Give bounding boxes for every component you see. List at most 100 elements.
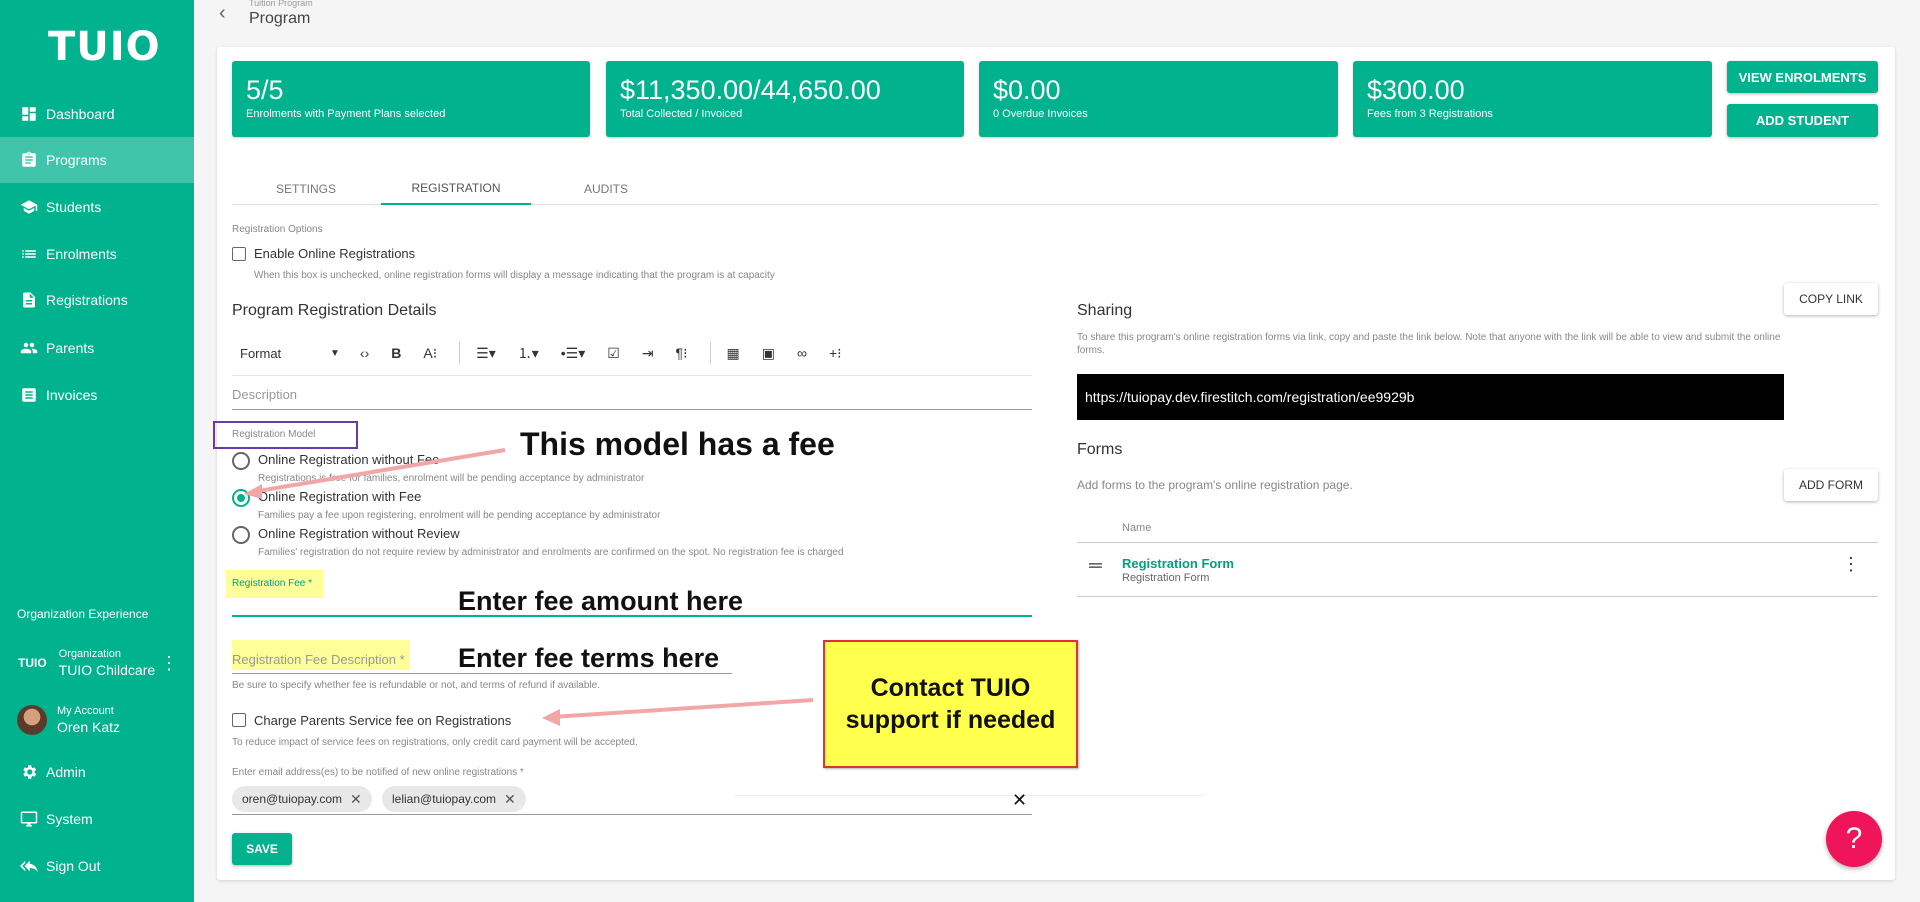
clipboard-icon: [22, 151, 36, 167]
chip-label: oren@tuiopay.com: [242, 792, 343, 806]
my-account[interactable]: My Account Oren Katz: [0, 700, 194, 740]
sidebar-item-enrolments[interactable]: Enrolments: [0, 231, 194, 277]
sidebar-item-label: System: [46, 811, 93, 827]
sidebar-item-label: Invoices: [46, 387, 98, 403]
registration-options-label: Registration Options: [232, 224, 323, 235]
align-icon[interactable]: ☰▾: [476, 345, 496, 362]
toolbar-divider: [709, 342, 711, 364]
add-student-button[interactable]: ADD STUDENT: [1727, 104, 1878, 137]
sidebar-item-parents[interactable]: Parents: [0, 325, 194, 371]
stat-label: Enrolments with Payment Plans selected: [246, 108, 446, 120]
annotation-model-note: This model has a fee: [520, 426, 835, 462]
stat-value: $300.00: [1367, 75, 1465, 105]
text-size-icon[interactable]: A⁝: [423, 345, 437, 362]
stat-label: Fees from 3 Registrations: [1367, 108, 1493, 120]
sidebar-item-admin[interactable]: Admin: [0, 749, 194, 795]
emails-input[interactable]: [530, 786, 1010, 812]
back-arrow-icon[interactable]: ‹: [219, 2, 226, 25]
stat-overdue: $0.00 0 Overdue Invoices: [979, 61, 1338, 137]
receipt-icon: [22, 388, 36, 402]
org-experience-heading: Organization Experience: [17, 607, 149, 621]
tab-settings[interactable]: SETTINGS: [231, 173, 381, 205]
checklist-icon[interactable]: ☑: [607, 345, 620, 362]
emails-underline: [232, 814, 1032, 815]
model-help: Registrations is free for families, enro…: [258, 473, 645, 484]
radio-without-review[interactable]: [232, 526, 250, 544]
format-dropdown[interactable]: Format: [240, 346, 330, 361]
sidebar-item-label: Admin: [46, 764, 86, 780]
sharing-help: To share this program's online registrat…: [1077, 332, 1781, 356]
stat-label: 0 Overdue Invoices: [993, 108, 1088, 120]
stat-value: $0.00: [993, 75, 1061, 105]
organization-switcher[interactable]: TUIO Organization TUIO Childcare ⋮: [0, 643, 194, 683]
registration-fee-description-input[interactable]: Registration Fee Description *: [232, 652, 405, 667]
chevron-down-icon[interactable]: ▼: [330, 348, 340, 359]
description-input[interactable]: Description: [232, 387, 297, 402]
tab-audits[interactable]: AUDITS: [531, 173, 681, 205]
table-row[interactable]: ═ Registration Form Registration Form ⋮: [1077, 543, 1878, 596]
tab-registration[interactable]: REGISTRATION: [381, 173, 531, 205]
sidebar-item-programs[interactable]: Programs: [0, 137, 194, 183]
model-label: Online Registration without Review: [258, 526, 460, 541]
sidebar-item-system[interactable]: System: [0, 796, 194, 842]
enable-online-label: Enable Online Registrations: [254, 246, 416, 261]
link-icon[interactable]: ∞: [797, 345, 807, 361]
indent-icon[interactable]: ⇥: [642, 345, 654, 362]
add-form-button[interactable]: ADD FORM: [1784, 469, 1878, 501]
sidebar-item-students[interactable]: Students: [0, 184, 194, 230]
sidebar-item-sign-out[interactable]: Sign Out: [0, 843, 194, 889]
radio-with-fee[interactable]: [232, 489, 250, 507]
model-label: Online Registration with Fee: [258, 489, 422, 504]
sharing-title: Sharing: [1077, 302, 1133, 319]
ordered-list-icon[interactable]: ⒈▾: [518, 343, 539, 363]
close-icon[interactable]: ✕: [350, 791, 362, 808]
toolbar-divider: [459, 342, 461, 364]
sidebar-item-invoices[interactable]: Invoices: [0, 372, 194, 418]
stat-enrolments: 5/5 Enrolments with Payment Plans select…: [232, 61, 590, 137]
code-icon[interactable]: ‹›: [360, 345, 369, 361]
registration-details-title: Program Registration Details: [232, 302, 437, 319]
stat-collected: $11,350.00/44,650.00 Total Collected / I…: [606, 61, 964, 137]
account-caption: My Account: [57, 705, 114, 717]
close-icon[interactable]: ✕: [504, 791, 516, 808]
more-vert-icon[interactable]: ⋮: [160, 653, 178, 674]
clear-icon[interactable]: ✕: [1012, 790, 1027, 811]
stat-value: 5/5: [246, 75, 284, 105]
form-subtitle: Registration Form: [1122, 572, 1210, 584]
more-vert-icon[interactable]: ⋮: [1842, 554, 1860, 575]
tuio-logo: TUIO: [48, 24, 161, 70]
radio-without-fee[interactable]: [232, 452, 250, 470]
sidebar-item-registrations[interactable]: Registrations: [0, 277, 194, 323]
enable-online-checkbox[interactable]: [232, 247, 246, 261]
dashboard-icon: [22, 107, 36, 121]
table-icon[interactable]: ▦: [727, 345, 740, 362]
sidebar-item-dashboard[interactable]: Dashboard: [0, 91, 194, 137]
avatar: [17, 705, 47, 735]
image-icon[interactable]: ▣: [762, 345, 775, 362]
description-underline: [232, 409, 1032, 410]
copy-link-button[interactable]: COPY LINK: [1784, 283, 1878, 315]
insert-more-icon[interactable]: +⁝: [829, 345, 842, 362]
save-button[interactable]: SAVE: [232, 833, 292, 865]
bullet-list-icon[interactable]: •☰▾: [561, 345, 585, 362]
service-fee-checkbox[interactable]: [232, 713, 246, 727]
sign-out-icon: [20, 860, 38, 872]
breadcrumb[interactable]: Tuition Program: [249, 0, 313, 8]
drag-handle-icon[interactable]: ═: [1089, 555, 1102, 576]
support-note-line: Contact TUIO: [870, 674, 1031, 702]
editor-toolbar: Format ▼ ‹› B A⁝ ☰▾ ⒈▾ •☰▾ ☑ ⇥ ¶⁝ ▦ ▣ ∞ …: [232, 338, 1032, 368]
share-url[interactable]: https://tuiopay.dev.firestitch.com/regis…: [1077, 374, 1784, 420]
help-button[interactable]: ?: [1826, 811, 1882, 867]
sidebar-item-label: Students: [46, 199, 102, 215]
view-enrolments-button[interactable]: VIEW ENROLMENTS: [1727, 61, 1878, 93]
bold-icon[interactable]: B: [391, 345, 401, 361]
paragraph-icon[interactable]: ¶⁝: [676, 345, 688, 362]
format-label: Format: [240, 345, 282, 361]
email-chip: oren@tuiopay.com ✕: [232, 786, 372, 812]
fee-description-help: Be sure to specify whether fee is refund…: [232, 680, 600, 691]
org-logo: TUIO: [18, 656, 47, 670]
model-label: Online Registration without Fee: [258, 452, 440, 467]
form-name-link[interactable]: Registration Form: [1122, 556, 1234, 571]
sidebar-item-label: Enrolments: [46, 246, 117, 262]
stat-fees: $300.00 Fees from 3 Registrations: [1353, 61, 1712, 137]
